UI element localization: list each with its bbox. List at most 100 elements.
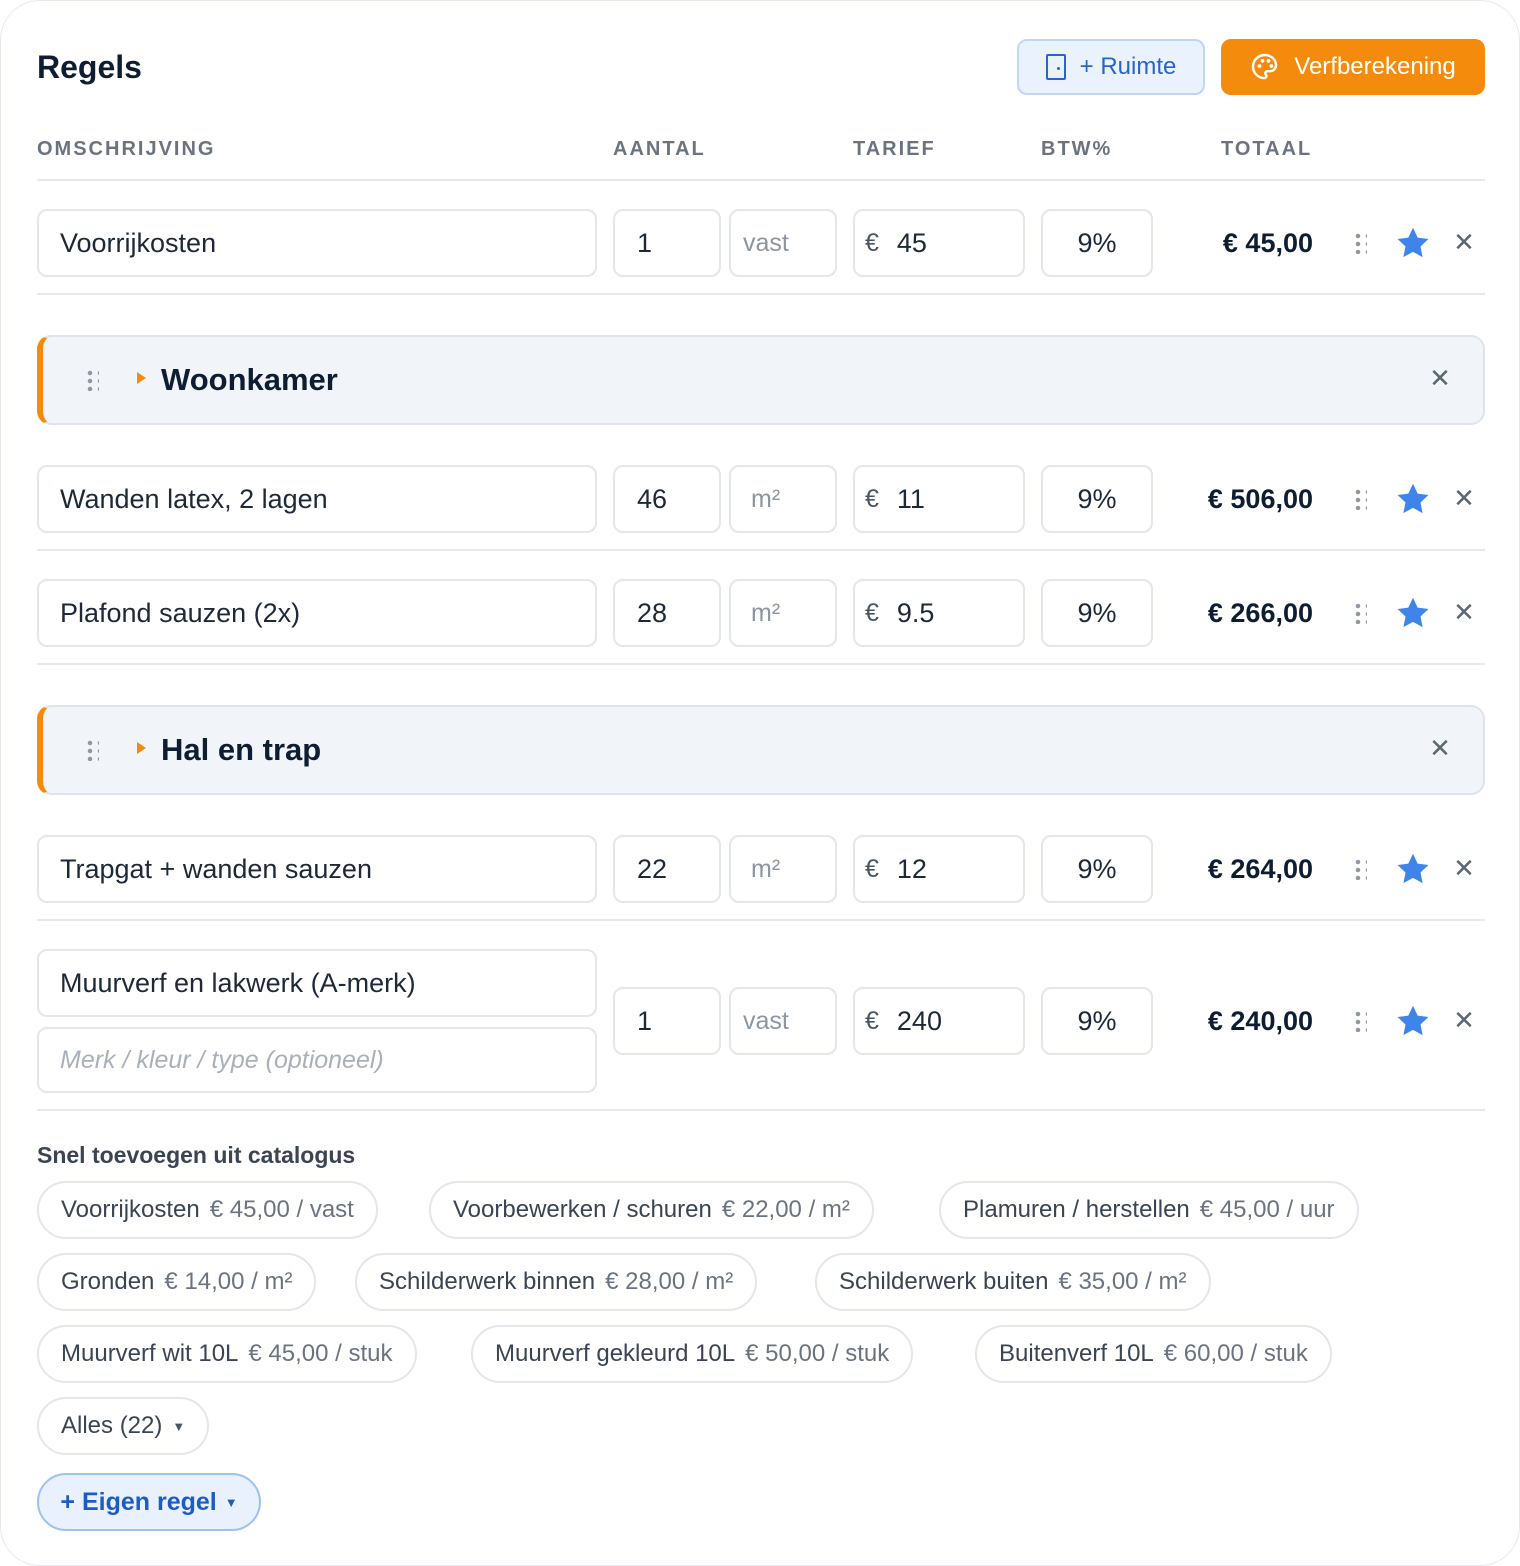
catalog-item-price: € 35,00 / m² (1058, 1268, 1187, 1295)
rate-input[interactable]: € 9.5 (853, 579, 1025, 647)
description-input[interactable]: Voorrijkosten (37, 209, 597, 277)
section-header: Woonkamer ✕ (37, 335, 1485, 425)
quantity-input[interactable]: 28 (613, 579, 721, 647)
star-icon[interactable] (1395, 595, 1431, 631)
unit-select[interactable]: m² (729, 579, 837, 647)
catalog-all-button[interactable]: Alles (22) ▼ (37, 1397, 210, 1455)
section-name: Hal en trap (161, 732, 322, 767)
page-title: Regels (37, 49, 142, 85)
row-total: € 45,00 (1222, 228, 1313, 258)
catalog-chip[interactable]: Voorbewerken / schuren € 22,00 / m² (429, 1181, 874, 1239)
currency-symbol: € (865, 598, 879, 627)
catalog-item-price: € 45,00 / vast (209, 1196, 354, 1223)
catalog-item-price: € 60,00 / stuk (1163, 1340, 1308, 1367)
close-icon[interactable]: ✕ (1451, 599, 1477, 625)
column-header-vat: BTW% (1041, 138, 1113, 160)
catalog-item-name: Schilderwerk binnen (379, 1268, 596, 1295)
add-custom-line-label: + Eigen regel (60, 1487, 217, 1516)
row-divider (37, 1109, 1485, 1111)
rate-input[interactable]: € 11 (853, 465, 1025, 533)
unit-select[interactable]: m² (729, 835, 837, 903)
catalog-chip[interactable]: Schilderwerk buiten € 35,00 / m² (815, 1253, 1211, 1311)
catalog-chip[interactable]: Gronden € 14,00 / m² (37, 1253, 317, 1311)
catalog-chip[interactable]: Voorrijkosten € 45,00 / vast (37, 1181, 378, 1239)
quantity-input[interactable]: 1 (613, 987, 721, 1055)
drag-handle-icon[interactable] (85, 369, 99, 391)
catalog-item-name: Schilderwerk buiten (839, 1268, 1049, 1295)
drag-handle-icon[interactable] (1353, 488, 1367, 510)
catalog-item-name: Voorrijkosten (61, 1196, 200, 1223)
rate-value: 11 (896, 483, 925, 514)
collapse-triangle-icon[interactable] (137, 742, 146, 754)
catalog-chip[interactable]: Muurverf wit 10L € 45,00 / stuk (37, 1325, 417, 1383)
paint-calculation-label: Verfberekening (1294, 53, 1456, 80)
drag-handle-icon[interactable] (85, 739, 99, 761)
drag-handle-icon[interactable] (1353, 232, 1367, 254)
row-divider (37, 919, 1485, 921)
currency-symbol: € (865, 854, 879, 883)
row-total: € 264,00 (1207, 854, 1313, 884)
row-divider (37, 549, 1485, 551)
catalog-chip[interactable]: Plamuren / herstellen € 45,00 / uur (939, 1181, 1359, 1239)
catalog-item-name: Muurverf gekleurd 10L (495, 1340, 736, 1367)
rate-input[interactable]: € 12 (853, 835, 1025, 903)
header-divider (37, 179, 1485, 181)
catalog-label: Snel toevoegen uit catalogus (37, 1142, 356, 1168)
section-name: Woonkamer (161, 362, 338, 397)
unit-select[interactable]: vast (729, 987, 837, 1055)
catalog-item-price: € 22,00 / m² (721, 1196, 850, 1223)
rate-input[interactable]: € 240 (853, 987, 1025, 1055)
detail-input[interactable]: Merk / kleur / type (optioneel) (37, 1027, 597, 1093)
quantity-input[interactable]: 46 (613, 465, 721, 533)
column-header-description: OMSCHRIJVING (37, 138, 216, 160)
catalog-item-name: Gronden (61, 1268, 155, 1295)
quantity-input[interactable]: 22 (613, 835, 721, 903)
star-icon[interactable] (1395, 481, 1431, 517)
add-custom-line-button[interactable]: + Eigen regel ▼ (37, 1473, 261, 1531)
rate-value: 9.5 (896, 597, 935, 628)
column-header-quantity: AANTAL (613, 138, 706, 160)
row-divider (37, 293, 1485, 295)
rate-input[interactable]: € 45 (853, 209, 1025, 277)
unit-select[interactable]: vast (729, 209, 837, 277)
close-icon[interactable]: ✕ (1451, 485, 1477, 511)
catalog-item-price: € 14,00 / m² (164, 1268, 293, 1295)
unit-select[interactable]: m² (729, 465, 837, 533)
row-total: € 506,00 (1207, 484, 1313, 514)
catalog-chip[interactable]: Buitenverf 10L € 60,00 / stuk (975, 1325, 1332, 1383)
catalog-item-name: Muurverf wit 10L (61, 1340, 239, 1367)
drag-handle-icon[interactable] (1353, 858, 1367, 880)
star-icon[interactable] (1395, 851, 1431, 887)
description-input[interactable]: Muurverf en lakwerk (A-merk) (37, 949, 597, 1017)
catalog-item-price: € 50,00 / stuk (745, 1340, 890, 1367)
paint-calculation-button[interactable]: Verfberekening (1221, 39, 1485, 95)
close-icon[interactable]: ✕ (1451, 855, 1477, 881)
column-header-total: TOTAAL (1221, 138, 1313, 160)
close-icon[interactable]: ✕ (1427, 735, 1453, 761)
door-icon (1045, 54, 1066, 80)
catalog-item-price: € 45,00 / stuk (248, 1340, 393, 1367)
add-room-label: + Ruimte (1079, 53, 1177, 80)
drag-handle-icon[interactable] (1353, 602, 1367, 624)
star-icon[interactable] (1395, 1003, 1431, 1039)
description-input[interactable]: Wanden latex, 2 lagen (37, 465, 597, 533)
add-room-button[interactable]: + Ruimte (1017, 39, 1205, 95)
star-icon[interactable] (1395, 225, 1431, 261)
catalog-chip[interactable]: Schilderwerk binnen € 28,00 / m² (355, 1253, 758, 1311)
drag-handle-icon[interactable] (1353, 1010, 1367, 1032)
close-icon[interactable]: ✕ (1451, 229, 1477, 255)
collapse-triangle-icon[interactable] (137, 372, 146, 384)
catalog-chip[interactable]: Muurverf gekleurd 10L € 50,00 / stuk (471, 1325, 914, 1383)
catalog-item-name: Plamuren / herstellen (963, 1196, 1190, 1223)
currency-symbol: € (865, 484, 879, 513)
description-input[interactable]: Plafond sauzen (2x) (37, 579, 597, 647)
close-icon[interactable]: ✕ (1451, 1007, 1477, 1033)
description-input[interactable]: Trapgat + wanden sauzen (37, 835, 597, 903)
rate-value: 240 (896, 1005, 942, 1036)
column-header-rate: TARIEF (853, 138, 936, 160)
catalog-item-name: Buitenverf 10L (999, 1340, 1154, 1367)
close-icon[interactable]: ✕ (1427, 365, 1453, 391)
currency-symbol: € (865, 1006, 879, 1035)
quantity-input[interactable]: 1 (613, 209, 721, 277)
palette-icon (1252, 53, 1278, 80)
